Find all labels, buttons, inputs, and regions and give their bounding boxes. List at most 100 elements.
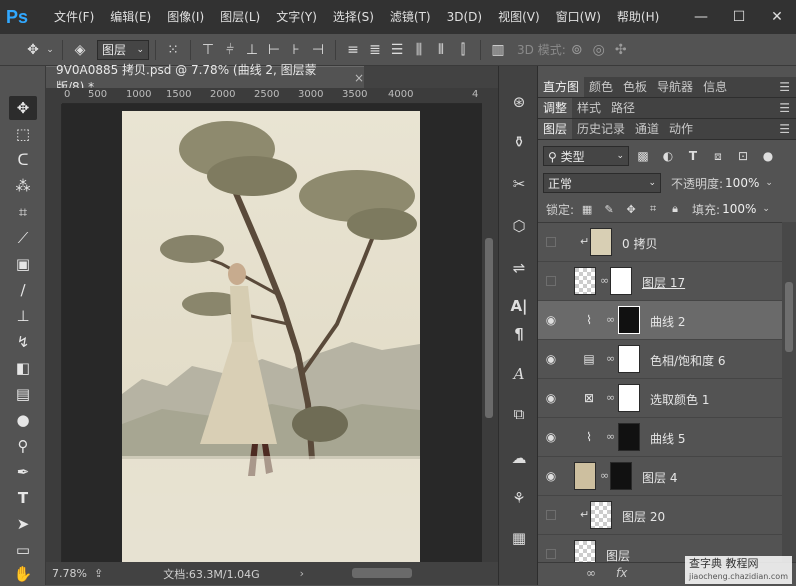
marquee-tool-icon[interactable]: ⬚ [9, 122, 37, 146]
eraser-tool-icon[interactable]: ◧ [9, 356, 37, 380]
distribute-right-icon[interactable]: ⫿ [452, 39, 474, 61]
panel-menu-icon[interactable]: ☰ [779, 123, 790, 135]
filter-smart-object-icon[interactable]: ⊡ [732, 146, 754, 166]
tab-channels[interactable]: 通道 [630, 119, 664, 139]
pen-tool-icon[interactable]: ✒ [9, 460, 37, 484]
layer-name[interactable]: 选取颜色 1 [650, 391, 709, 408]
paragraph-panel-icon[interactable]: ¶ [507, 322, 531, 346]
crop-tool-icon[interactable]: ⌗ [9, 200, 37, 224]
3d-orbit-icon[interactable]: ⊚ [566, 39, 588, 61]
opacity-value[interactable]: 100% [725, 176, 759, 190]
layer-name[interactable]: 图层 17 [642, 274, 685, 291]
tab-info[interactable]: 信息 [698, 77, 732, 97]
history-panel-icon[interactable]: ⊛ [507, 90, 531, 114]
tab-color[interactable]: 颜色 [584, 77, 618, 97]
auto-select-target-dropdown[interactable]: 图层 ⌄ [97, 39, 149, 60]
tab-layers[interactable]: 图层 [538, 119, 573, 139]
hand-tool-icon[interactable]: ✋ [9, 562, 37, 586]
align-top-icon[interactable]: ⊤ [197, 39, 219, 61]
auto-select-icon[interactable]: ◈ [69, 39, 91, 61]
layer-row-selected[interactable]: ◉ ⌇ ∞ 曲线 2 [538, 301, 782, 340]
blur-tool-icon[interactable]: ● [9, 408, 37, 432]
lasso-tool-icon[interactable]: ᑕ [9, 148, 37, 172]
filter-adjustment-icon[interactable]: ◐ [657, 146, 679, 166]
canvas-area[interactable] [62, 104, 482, 562]
link-layers-icon[interactable]: ∞ [586, 566, 596, 580]
chevron-down-icon[interactable]: ⌄ [765, 178, 773, 188]
distribute-bottom-icon[interactable]: ☰ [386, 39, 408, 61]
menu-window[interactable]: 窗口(W) [548, 0, 609, 34]
layer-name[interactable]: 0 拷贝 [622, 235, 657, 252]
align-bottom-icon[interactable]: ⊥ [241, 39, 263, 61]
layer-row[interactable]: ◉ ▤ ∞ 色相/饱和度 6 [538, 340, 782, 379]
gradient-tool-icon[interactable]: ▤ [9, 382, 37, 406]
visibility-toggle[interactable] [546, 276, 556, 286]
layer-name[interactable]: 图层 4 [642, 469, 677, 486]
menu-filter[interactable]: 滤镜(T) [382, 0, 439, 34]
tool-presets-icon[interactable]: ✂ [507, 172, 531, 196]
menu-help[interactable]: 帮助(H) [609, 0, 667, 34]
menu-select[interactable]: 选择(S) [325, 0, 382, 34]
document-tab[interactable]: 9V0A0885 拷贝.psd @ 7.78% (曲线 2, 图层蒙版/8) *… [46, 63, 364, 94]
layer-row[interactable]: ◉ ⌇ ∞ 曲线 5 [538, 418, 782, 457]
layer-row[interactable]: ∞ 图层 17 [538, 262, 782, 301]
eye-icon[interactable]: ◉ [544, 469, 558, 483]
auto-align-icon[interactable]: ▥ [487, 39, 509, 61]
3d-pan-icon[interactable]: ✣ [610, 39, 632, 61]
distribute-vcenter-icon[interactable]: ≣ [364, 39, 386, 61]
tab-adjustments[interactable]: 调整 [538, 98, 573, 118]
stamp-tool-icon[interactable]: ⊥ [9, 304, 37, 328]
filter-type-icon[interactable]: T [682, 146, 704, 166]
align-left-icon[interactable]: ⊢ [263, 39, 285, 61]
layer-name[interactable]: 色相/饱和度 6 [650, 352, 726, 369]
scrollbar-thumb[interactable] [785, 282, 793, 352]
chevron-right-icon[interactable]: › [300, 567, 304, 580]
filter-pixel-icon[interactable]: ▩ [632, 146, 654, 166]
layer-row[interactable]: ↵ 0 拷贝 [538, 223, 782, 262]
eyedropper-tool-icon[interactable]: ⟋ [9, 226, 37, 250]
tab-paths[interactable]: 路径 [606, 98, 640, 118]
glyphs-panel-icon[interactable]: A [507, 362, 531, 386]
visibility-toggle[interactable] [546, 549, 556, 559]
menu-view[interactable]: 视图(V) [490, 0, 548, 34]
layer-row[interactable]: ◉ ∞ 图层 4 [538, 457, 782, 496]
lock-image-icon[interactable]: ✎ [600, 200, 618, 218]
canvas-vertical-scrollbar[interactable] [482, 88, 498, 562]
close-icon[interactable]: × [354, 71, 364, 85]
3d-panel-icon[interactable]: ⬡ [507, 214, 531, 238]
chevron-down-icon[interactable]: ⌄ [44, 39, 56, 61]
tab-swatches[interactable]: 色板 [618, 77, 652, 97]
layer-style-icon[interactable]: fx [616, 566, 627, 580]
panel-menu-icon[interactable]: ☰ [779, 81, 790, 93]
3d-roll-icon[interactable]: ◎ [588, 39, 610, 61]
visibility-toggle[interactable] [546, 510, 556, 520]
layer-filter-kind-dropdown[interactable]: ⚲ 类型 ⌄ [543, 146, 629, 166]
align-hcenter-icon[interactable]: ⊦ [285, 39, 307, 61]
transform-controls-icon[interactable]: ⁙ [162, 39, 184, 61]
vertical-ruler[interactable] [46, 104, 62, 562]
move-icon[interactable]: ✥ [22, 39, 44, 61]
libraries-icon[interactable]: ☁ [507, 446, 531, 470]
frame-tool-icon[interactable]: ▣ [9, 252, 37, 276]
history-brush-tool-icon[interactable]: ↯ [9, 330, 37, 354]
horizontal-scrollbar-thumb[interactable] [352, 568, 412, 578]
share-icon[interactable]: ⇪ [94, 567, 103, 580]
layers-scrollbar[interactable] [782, 222, 796, 585]
menu-type[interactable]: 文字(Y) [268, 0, 325, 34]
rectangle-tool-icon[interactable]: ▭ [9, 538, 37, 562]
scrollbar-thumb[interactable] [485, 238, 493, 418]
properties-panel-icon[interactable]: ⇌ [507, 256, 531, 280]
brushes-panel-icon[interactable]: ⚘ [507, 486, 531, 510]
chevron-down-icon[interactable]: ⌄ [762, 204, 770, 214]
tab-actions[interactable]: 动作 [664, 119, 698, 139]
clone-source-icon[interactable]: ⚱ [507, 130, 531, 154]
align-right-icon[interactable]: ⊣ [307, 39, 329, 61]
lock-all-icon[interactable]: 🔒︎ [666, 200, 684, 218]
menu-layer[interactable]: 图层(L) [212, 0, 268, 34]
lock-position-icon[interactable]: ✥ [622, 200, 640, 218]
tab-histogram[interactable]: 直方图 [538, 77, 585, 97]
eye-icon[interactable]: ◉ [544, 352, 558, 366]
lock-transparent-icon[interactable]: ▦ [578, 200, 596, 218]
character-styles-icon[interactable]: ⧉ [507, 402, 531, 426]
layer-row[interactable]: ↵ 图层 20 [538, 496, 782, 535]
